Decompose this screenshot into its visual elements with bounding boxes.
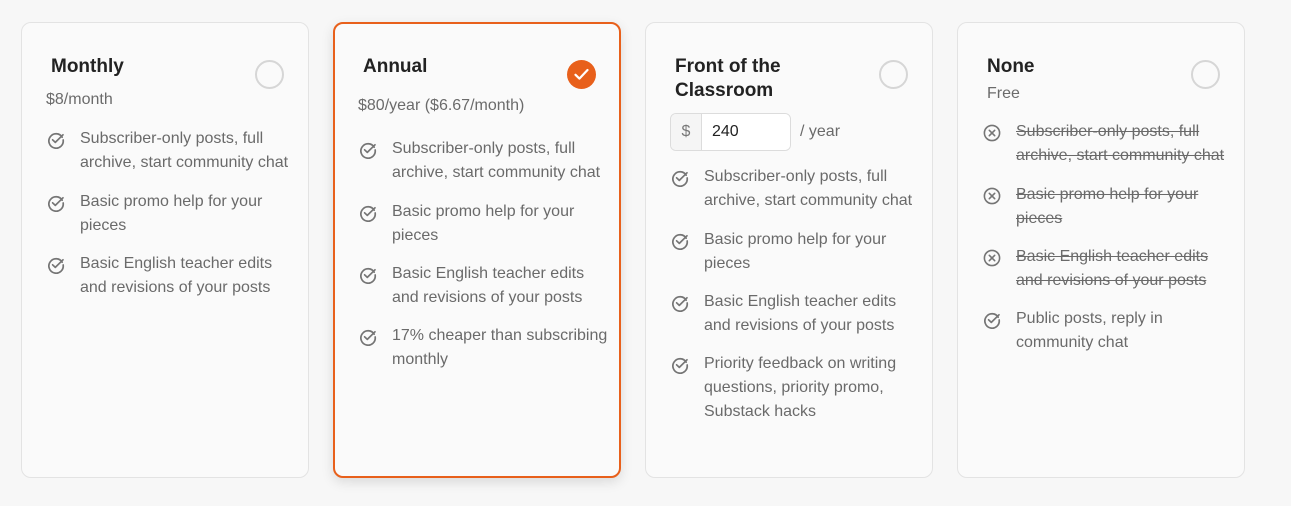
feature-item: Basic English teacher edits and revision… <box>982 245 1232 293</box>
radio-unchecked-icon[interactable] <box>879 60 908 89</box>
check-circle-icon <box>360 329 377 346</box>
feature-item: Basic promo help for your pieces <box>670 228 920 276</box>
feature-item: Basic English teacher edits and revision… <box>670 290 920 338</box>
per-year-label: / year <box>800 123 841 140</box>
plan-title: Front of the Classroom <box>675 56 781 101</box>
checkmark-icon <box>574 68 589 80</box>
subscription-plans: Monthly $8/month Subscriber-only posts, … <box>0 0 1291 506</box>
plan-card-annual[interactable]: Annual $80/year ($6.67/month) Subscriber… <box>333 22 621 478</box>
check-circle-icon <box>672 233 689 250</box>
feature-text: Subscriber-only posts, full archive, sta… <box>80 130 289 171</box>
radio-unchecked-icon[interactable] <box>255 60 284 89</box>
feature-item: Priority feedback on writing questions, … <box>670 352 920 424</box>
feature-item: Subscriber-only posts, full archive, sta… <box>670 165 920 213</box>
feature-text: Subscriber-only posts, full archive, sta… <box>704 168 913 209</box>
feature-item: Subscriber-only posts, full archive, sta… <box>46 127 296 175</box>
check-circle-icon <box>48 257 65 274</box>
feature-item: Basic promo help for your pieces <box>358 200 608 248</box>
plan-card-free[interactable]: None Free Subscriber-only posts, full ar… <box>957 22 1245 478</box>
feature-list: Subscriber-only posts, full archive, sta… <box>358 137 608 372</box>
amount-field[interactable]: $ <box>670 113 791 151</box>
check-circle-icon <box>360 267 377 284</box>
feature-item: Subscriber-only posts, full archive, sta… <box>982 120 1232 168</box>
check-circle-icon <box>360 205 377 222</box>
feature-text: Basic promo help for your pieces <box>80 193 263 234</box>
feature-item: Basic promo help for your pieces <box>46 190 296 238</box>
feature-item: Basic English teacher edits and revision… <box>46 252 296 300</box>
feature-text: Public posts, reply in community chat <box>1016 310 1163 351</box>
radio-checked-icon[interactable] <box>567 60 596 89</box>
check-circle-icon <box>672 357 689 374</box>
feature-item: Subscriber-only posts, full archive, sta… <box>358 137 608 185</box>
feature-text: Basic promo help for your pieces <box>392 203 575 244</box>
check-circle-icon <box>984 312 1001 329</box>
plan-card-founding[interactable]: Front of the Classroom $ / year Subscrib… <box>645 22 933 478</box>
feature-list: Subscriber-only posts, full archive, sta… <box>982 120 1232 355</box>
check-circle-icon <box>48 132 65 149</box>
feature-text: Basic promo help for your pieces <box>704 231 887 272</box>
feature-text: Basic English teacher edits and revision… <box>392 265 585 306</box>
x-circle-icon <box>983 249 1001 267</box>
feature-item: 17% cheaper than subscribing monthly <box>358 324 608 372</box>
check-circle-icon <box>672 170 689 187</box>
check-circle-icon <box>360 142 377 159</box>
plan-title: Monthly <box>51 56 124 77</box>
x-circle-icon <box>983 124 1001 142</box>
feature-list: Subscriber-only posts, full archive, sta… <box>670 165 920 424</box>
feature-text: Basic promo help for your pieces <box>1016 186 1199 227</box>
feature-text: Subscriber-only posts, full archive, sta… <box>1016 123 1225 164</box>
plan-price: $80/year ($6.67/month) <box>358 97 525 114</box>
check-circle-icon <box>672 295 689 312</box>
custom-amount-row: $ / year <box>670 113 840 151</box>
plan-title: Annual <box>363 56 428 77</box>
currency-prefix: $ <box>671 114 702 150</box>
plan-title: None <box>987 56 1035 77</box>
check-circle-icon <box>48 195 65 212</box>
plan-price: $8/month <box>46 91 113 108</box>
plan-card-monthly[interactable]: Monthly $8/month Subscriber-only posts, … <box>21 22 309 478</box>
plan-price: Free <box>987 85 1020 102</box>
feature-text: Subscriber-only posts, full archive, sta… <box>392 140 601 181</box>
feature-text: Basic English teacher edits and revision… <box>80 255 273 296</box>
feature-item: Basic English teacher edits and revision… <box>358 262 608 310</box>
feature-text: Priority feedback on writing questions, … <box>704 355 897 420</box>
radio-unchecked-icon[interactable] <box>1191 60 1220 89</box>
feature-item: Basic promo help for your pieces <box>982 183 1232 231</box>
feature-text: 17% cheaper than subscribing monthly <box>392 327 608 368</box>
feature-text: Basic English teacher edits and revision… <box>704 293 897 334</box>
amount-input[interactable] <box>702 114 790 150</box>
feature-text: Basic English teacher edits and revision… <box>1016 248 1209 289</box>
x-circle-icon <box>983 187 1001 205</box>
feature-list: Subscriber-only posts, full archive, sta… <box>46 127 296 300</box>
feature-item: Public posts, reply in community chat <box>982 307 1232 355</box>
